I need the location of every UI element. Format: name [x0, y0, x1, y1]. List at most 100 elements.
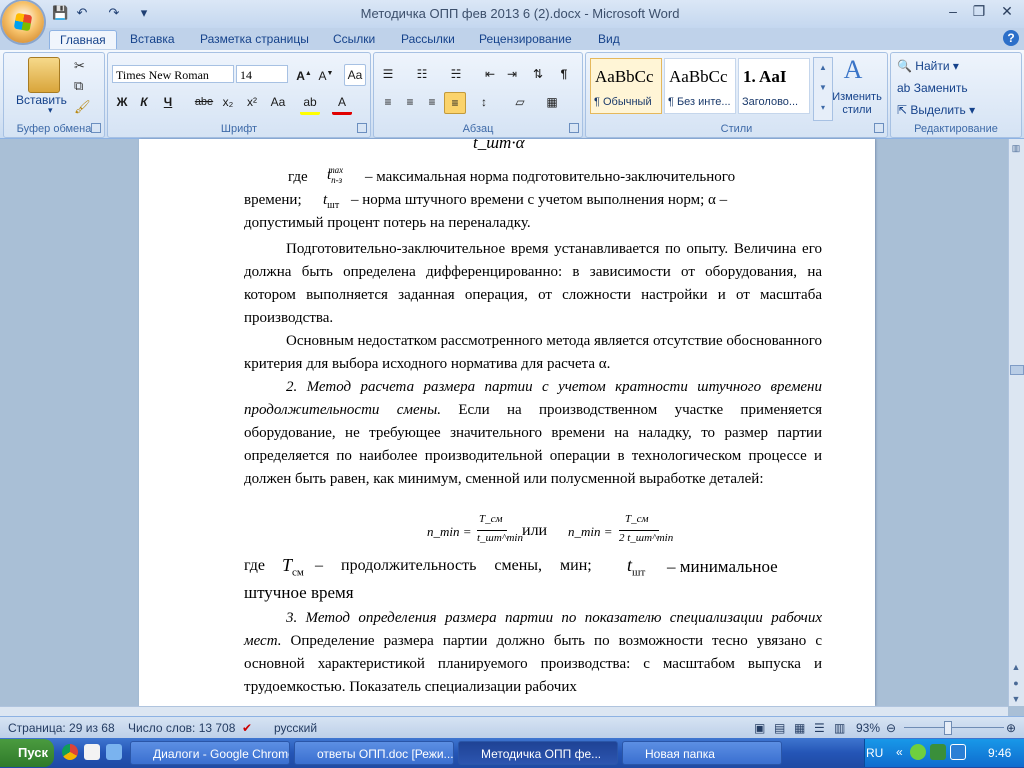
tab-view[interactable]: Вид [598, 30, 620, 48]
language-switch[interactable]: RU [866, 746, 883, 760]
subscript-button[interactable]: x₂ [218, 92, 238, 112]
format-painter-icon[interactable]: 🖌 [74, 99, 91, 115]
start-button[interactable]: Пуск [0, 739, 54, 767]
style-normal[interactable]: AaBbCc ¶ Обычный [590, 58, 662, 114]
save-icon[interactable]: 💾 [52, 5, 68, 21]
scroll-down-icon[interactable]: ▼ [1010, 694, 1022, 708]
language-indicator[interactable]: русский [274, 721, 317, 735]
office-button[interactable] [2, 1, 44, 43]
font-launcher-icon[interactable] [357, 123, 367, 133]
task-chrome[interactable]: Диалоги - Google Chrome [130, 741, 290, 765]
restore-button[interactable]: ❐ [966, 2, 992, 20]
clear-format-icon[interactable]: Aa [344, 64, 366, 86]
vertical-scrollbar[interactable] [1008, 139, 1024, 706]
shading-icon[interactable]: ▱ [510, 92, 530, 112]
view-web-icon[interactable]: ▦ [794, 721, 805, 735]
tab-review[interactable]: Рецензирование [479, 30, 572, 48]
tray-expand-icon[interactable]: « [896, 745, 903, 759]
tray-network-icon[interactable] [930, 744, 946, 760]
clock[interactable]: 9:46 [988, 746, 1011, 760]
customize-toolbar-icon[interactable]: ▾ [136, 5, 152, 21]
change-case-button[interactable]: Aa [268, 92, 288, 112]
chrome-quicklaunch-icon[interactable] [62, 744, 78, 760]
desktop-quicklaunch-icon[interactable] [84, 744, 100, 760]
font-name-combo[interactable]: Times New Roman [112, 65, 234, 83]
close-button[interactable]: ✕ [994, 2, 1020, 20]
undo-icon[interactable]: ↶ [74, 5, 90, 21]
style-no-spacing[interactable]: AaBbCc ¶ Без инте... [664, 58, 736, 114]
change-styles-icon[interactable]: A [822, 55, 884, 85]
decrease-indent-icon[interactable]: ⇤ [480, 64, 500, 84]
tray-volume-icon[interactable] [950, 744, 966, 760]
align-center-icon[interactable]: ≡ [400, 92, 420, 112]
show-marks-icon[interactable]: ¶ [554, 64, 574, 84]
document-page[interactable]: t_шт·α где tп-зmax – максимальная норма … [139, 139, 875, 706]
zoom-level[interactable]: 93% [856, 721, 880, 735]
help-icon[interactable]: ? [1003, 30, 1019, 46]
task-methodichka[interactable]: Методичка ОПП фе... [458, 741, 618, 765]
italic-button[interactable]: К [134, 92, 154, 112]
tab-mailings[interactable]: Рассылки [401, 30, 455, 48]
zoom-slider[interactable] [904, 727, 1004, 728]
find-label: Найти [915, 59, 950, 73]
task-answers-doc[interactable]: ответы ОПП.doc [Режи... [294, 741, 454, 765]
borders-icon[interactable]: ▦ [542, 92, 562, 112]
copy-icon[interactable]: ⧉ [74, 78, 83, 94]
replace-button[interactable]: ab Заменить [897, 81, 968, 95]
find-button[interactable]: 🔍 Найти ▾ [897, 59, 959, 73]
style-heading[interactable]: 1. AaI Заголово... [738, 58, 810, 114]
scroll-thumb[interactable] [1010, 365, 1024, 375]
explorer-quicklaunch-icon[interactable] [106, 744, 122, 760]
ruler-toggle-icon[interactable]: ▥ [1010, 143, 1022, 157]
zoom-slider-thumb[interactable] [944, 721, 952, 735]
align-right-icon[interactable]: ≡ [422, 92, 442, 112]
redo-icon[interactable]: ↷ [106, 5, 122, 21]
tab-insert[interactable]: Вставка [130, 30, 175, 48]
view-outline-icon[interactable]: ☰ [814, 721, 825, 735]
strikethrough-button[interactable]: abe [194, 92, 214, 112]
styles-launcher-icon[interactable] [874, 123, 884, 133]
line-spacing-icon[interactable]: ↕ [474, 92, 494, 112]
spellcheck-icon[interactable]: ✔ [242, 721, 252, 735]
underline-button[interactable]: Ч [158, 92, 178, 112]
superscript-button[interactable]: x² [242, 92, 262, 112]
minimize-button[interactable]: – [940, 2, 966, 20]
change-styles-button[interactable]: Изменить стили [828, 91, 886, 117]
scroll-up-icon[interactable]: ▲ [1010, 662, 1022, 676]
shrink-font-icon[interactable]: A▼ [316, 64, 336, 84]
font-size-combo[interactable]: 14 [236, 65, 288, 83]
tab-references[interactable]: Ссылки [333, 30, 375, 48]
clipboard-launcher-icon[interactable] [91, 123, 101, 133]
view-fullscreen-icon[interactable]: ▤ [774, 721, 785, 735]
view-print-layout-icon[interactable]: ▣ [754, 721, 765, 735]
select-browse-object-icon[interactable]: ● [1010, 678, 1022, 692]
cut-icon[interactable]: ✂ [74, 58, 85, 74]
grow-font-icon[interactable]: A▲ [294, 64, 314, 84]
task-new-folder[interactable]: Новая папка [622, 741, 782, 765]
paste-dropdown-icon[interactable]: ▾ [48, 105, 53, 116]
increase-indent-icon[interactable]: ⇥ [502, 64, 522, 84]
sort-icon[interactable]: ⇅ [528, 64, 548, 84]
style-preview: AaBbCc [595, 67, 654, 86]
multilevel-list-icon[interactable]: ☵ [446, 64, 466, 84]
font-color-icon[interactable]: A [332, 92, 352, 115]
line2-text: – норма штучного времени с учетом выполн… [351, 192, 728, 208]
bold-button[interactable]: Ж [112, 92, 132, 112]
bullets-icon[interactable]: ☰ [378, 64, 398, 84]
select-button[interactable]: ⇱ Выделить ▾ [897, 103, 975, 117]
paste-button[interactable]: Вставить [16, 93, 67, 107]
justify-icon[interactable]: ≡ [444, 92, 466, 114]
zoom-in-icon[interactable]: ⊕ [1006, 721, 1016, 735]
zoom-out-icon[interactable]: ⊖ [886, 721, 896, 735]
paste-icon[interactable] [28, 57, 60, 93]
word-count[interactable]: Число слов: 13 708 [128, 721, 235, 735]
numbering-icon[interactable]: ☷ [412, 64, 432, 84]
paragraph-launcher-icon[interactable] [569, 123, 579, 133]
page-counter[interactable]: Страница: 29 из 68 [8, 721, 115, 735]
tab-home[interactable]: Главная [49, 30, 117, 49]
view-draft-icon[interactable]: ▥ [834, 721, 845, 735]
align-left-icon[interactable]: ≡ [378, 92, 398, 112]
tab-page-layout[interactable]: Разметка страницы [200, 30, 309, 48]
highlight-icon[interactable]: ab [300, 92, 320, 115]
tray-app-icon[interactable] [910, 744, 926, 760]
